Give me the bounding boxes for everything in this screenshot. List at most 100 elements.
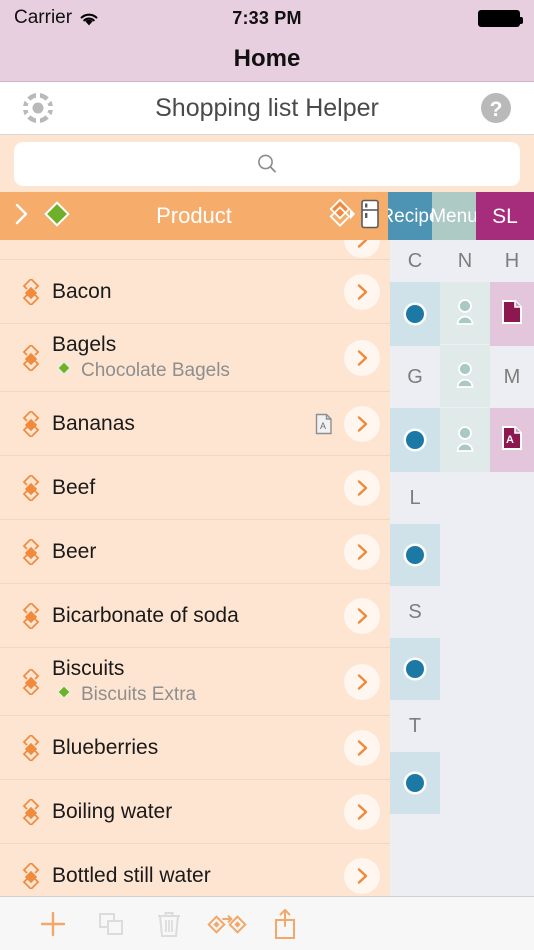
matrix-cell-dot[interactable] <box>390 282 440 346</box>
table-row-partial[interactable] <box>0 240 390 260</box>
disclosure-chevron-icon[interactable] <box>344 469 380 506</box>
matrix-cell-person[interactable] <box>440 345 490 407</box>
matrix-cell-dot[interactable] <box>390 752 440 814</box>
matrix-label-cell: G <box>390 346 440 408</box>
column-header-menu[interactable]: Menu <box>430 192 478 240</box>
table-row-text: Biscuits Biscuits Extra <box>44 657 344 706</box>
column-header-menu-label: Menu <box>430 205 478 227</box>
disclosure-chevron-icon[interactable] <box>344 339 380 376</box>
disclosure-chevron-icon[interactable] <box>344 793 380 830</box>
column-header-sl[interactable]: SL <box>476 192 534 240</box>
column-header-recipe[interactable]: Recipe <box>380 192 440 240</box>
matrix-label: M <box>503 365 521 388</box>
disclosure-chevron-icon[interactable] <box>344 405 380 442</box>
plus-icon <box>40 911 66 936</box>
header-left-icons <box>14 200 70 232</box>
search-input[interactable] <box>14 141 520 186</box>
disclosure-chevron-icon[interactable] <box>344 857 380 894</box>
note-document-icon[interactable]: A <box>314 413 334 435</box>
add-button[interactable] <box>24 897 82 950</box>
table-row[interactable]: Beef <box>0 456 390 520</box>
person-icon <box>454 360 476 393</box>
layers-icon <box>18 410 44 437</box>
help-circle-icon[interactable]: ? <box>478 90 514 126</box>
matrix-cell-dot[interactable] <box>390 638 440 700</box>
table-row[interactable]: Bananas A <box>0 392 390 456</box>
disclosure-chevron-icon[interactable] <box>344 663 380 700</box>
table-row-text: Blueberries <box>44 736 344 760</box>
move-button[interactable] <box>198 897 256 950</box>
matrix-label-cell: M <box>490 346 534 408</box>
matrix-label-cell: S <box>390 586 440 638</box>
product-subitem: Biscuits Extra <box>52 684 344 706</box>
disclosure-chevron-icon[interactable] <box>344 729 380 766</box>
header-right-icons <box>328 198 380 234</box>
product-name: Bicarbonate of soda <box>52 603 239 627</box>
matrix-label: C <box>407 249 423 272</box>
matrix-cell-doc-a[interactable]: A <box>490 408 534 472</box>
matrix-label: L <box>409 486 421 509</box>
attribute-matrix: C G L S T N H M A <box>390 240 534 946</box>
matrix-label-cell: T <box>390 700 440 752</box>
table-row[interactable]: Blueberries <box>0 716 390 780</box>
matrix-label: T <box>408 714 422 737</box>
disclosure-chevron-icon[interactable] <box>344 597 380 634</box>
share-button[interactable] <box>256 897 314 950</box>
column-header-sl-label: SL <box>492 204 518 228</box>
matrix-cell-dot[interactable] <box>390 408 440 472</box>
status-bar: Carrier 7:33 PM <box>0 0 534 36</box>
column-header-product[interactable]: Product <box>0 192 388 240</box>
app-bar: Shopping list Helper ? <box>0 82 534 135</box>
disclosure-chevron-icon[interactable] <box>344 240 380 258</box>
table-row[interactable]: Beer <box>0 520 390 584</box>
matrix-cell-dot[interactable] <box>390 524 440 586</box>
layers-icon <box>18 734 44 761</box>
matrix-label-cell: C <box>390 240 440 282</box>
table-row-text: Beef <box>44 476 344 500</box>
copy-button[interactable] <box>82 897 140 950</box>
disclosure-chevron-icon[interactable] <box>344 533 380 570</box>
share-up-icon <box>275 908 295 939</box>
layers-icon <box>18 474 44 501</box>
app-screen: Carrier 7:33 PM Home Shopping list Helpe… <box>0 0 534 950</box>
page-title: Home <box>233 44 301 72</box>
product-name: Biscuits <box>52 657 125 680</box>
table-row-text: Beer <box>44 540 344 564</box>
green-diamond-icon <box>56 360 72 382</box>
chevron-right-icon[interactable] <box>14 202 30 231</box>
product-name: Boiling water <box>52 799 173 823</box>
matrix-cell-person[interactable] <box>440 408 490 472</box>
document-icon <box>500 299 524 330</box>
table-row[interactable]: Bagels Chocolate Bagels <box>0 324 390 392</box>
copy-icon <box>99 912 123 935</box>
table-row-text: Boiling water <box>44 800 344 824</box>
status-bar-right <box>478 9 523 27</box>
product-name: Bananas <box>52 411 135 435</box>
table-row[interactable]: Biscuits Biscuits Extra <box>0 648 390 716</box>
search-icon <box>258 154 276 173</box>
layers-icon <box>18 862 44 889</box>
battery-full-icon <box>478 9 523 27</box>
table-row[interactable]: Bicarbonate of soda <box>0 584 390 648</box>
table-row-text: Bagels Chocolate Bagels <box>44 333 344 382</box>
product-name: Bagels <box>52 333 117 356</box>
disclosure-chevron-icon[interactable] <box>344 273 380 310</box>
fridge-icon[interactable] <box>360 199 380 234</box>
table-row[interactable]: Bacon <box>0 260 390 324</box>
diamond-stack-icon[interactable] <box>328 198 358 234</box>
matrix-label: S <box>408 600 422 623</box>
table-row[interactable]: Boiling water <box>0 780 390 844</box>
matrix-cell-person[interactable] <box>440 282 490 344</box>
table-row-text: Bicarbonate of soda <box>44 604 344 628</box>
matrix-cell-doc[interactable] <box>490 282 534 346</box>
status-bar-time: 7:33 PM <box>232 7 302 28</box>
matrix-column-recipe: C G L S T <box>390 240 440 946</box>
product-list[interactable]: Bacon Bagels Chocolate Bagels Bananas A … <box>0 240 390 946</box>
search-bar-container <box>0 135 534 192</box>
green-diamond-icon[interactable] <box>44 200 70 232</box>
delete-button[interactable] <box>140 897 198 950</box>
gear-icon[interactable] <box>20 90 56 126</box>
bottom-toolbar <box>0 896 534 950</box>
person-icon <box>454 424 476 457</box>
product-subitem-label: Chocolate Bagels <box>81 360 230 381</box>
